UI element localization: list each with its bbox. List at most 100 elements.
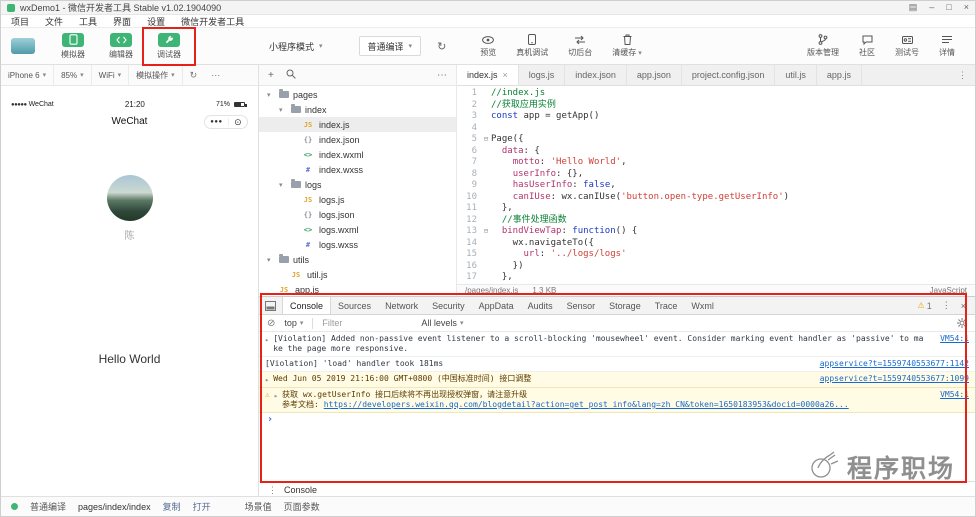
devtools-tab-audits[interactable]: Audits <box>521 297 560 314</box>
doc-link[interactable]: https://developers.weixin.qq.com/blogdet… <box>324 400 849 409</box>
open-button[interactable]: 打开 <box>193 500 211 513</box>
tree-folder-pages[interactable]: ▾ pages <box>259 87 456 102</box>
expand-icon[interactable]: ▸ <box>274 390 278 401</box>
avatar[interactable] <box>11 38 35 54</box>
search-icon[interactable] <box>286 69 296 82</box>
kebab-icon[interactable]: ⋮ <box>942 300 951 311</box>
menu-item[interactable]: 文件 <box>45 15 63 28</box>
minimize-icon[interactable]: – <box>929 3 934 12</box>
devtools-tab-network[interactable]: Network <box>378 297 425 314</box>
source-link[interactable]: VM54:1 <box>940 334 969 344</box>
params-button[interactable]: 页面参数 <box>284 500 320 513</box>
drawer-tab-console[interactable]: Console <box>284 485 317 495</box>
compile-refresh-icon[interactable]: ↻ <box>437 40 446 53</box>
fold-icon[interactable]: ⊟ <box>481 134 491 146</box>
editor-tab-index.js[interactable]: index.js × <box>457 65 519 85</box>
context-select[interactable]: top ▾ <box>284 318 303 328</box>
close-icon[interactable]: × <box>964 3 969 12</box>
console-prompt[interactable]: › <box>259 413 975 427</box>
source-link[interactable]: appservice?t=1559740553677:1142 <box>820 359 969 369</box>
feedback-icon[interactable]: ▤ <box>909 3 918 12</box>
editor-tab-app.js[interactable]: app.js <box>817 65 862 85</box>
copy-button[interactable]: 复制 <box>163 500 181 513</box>
tree-folder-utils[interactable]: ▾ utils <box>259 252 456 267</box>
tree-file-index.js[interactable]: JS index.js <box>259 117 456 132</box>
editor-tab-project.config.json[interactable]: project.config.json <box>682 65 776 85</box>
close-icon[interactable]: × <box>961 301 966 311</box>
rotate-icon[interactable]: ↻ <box>183 65 205 85</box>
mode-select[interactable]: 小程序模式 ▾ <box>263 36 329 56</box>
action-preview[interactable]: 预览 <box>470 34 506 58</box>
tree-folder-logs[interactable]: ▾ logs <box>259 177 456 192</box>
add-file-icon[interactable]: + <box>268 70 274 81</box>
filter-input[interactable] <box>322 318 413 328</box>
tree-file-index.json[interactable]: {} index.json <box>259 132 456 147</box>
toggle-editor[interactable]: 编辑器 <box>97 32 145 60</box>
action-version[interactable]: 版本管理 <box>797 34 849 58</box>
menu-item[interactable]: 设置 <box>147 15 165 28</box>
devtools-tab-storage[interactable]: Storage <box>602 297 648 314</box>
capsule-button[interactable]: ●●● ⊙ <box>204 115 248 129</box>
action-background[interactable]: 切后台 <box>558 34 602 58</box>
tree-file-logs.js[interactable]: JS logs.js <box>259 192 456 207</box>
menu-item[interactable]: 界面 <box>113 15 131 28</box>
toggle-simulator[interactable]: 模拟器 <box>49 32 97 60</box>
devtools-tab-security[interactable]: Security <box>425 297 472 314</box>
menu-item[interactable]: 项目 <box>11 15 29 28</box>
tree-file-logs.wxml[interactable]: <> logs.wxml <box>259 222 456 237</box>
source-link[interactable]: VM54:1 <box>940 390 969 400</box>
more-icon[interactable]: ⋯ <box>204 65 227 85</box>
action-community[interactable]: 社区 <box>849 34 885 58</box>
more-icon[interactable]: ⋯ <box>437 70 447 81</box>
action-cache[interactable]: 清缓存 ▾ <box>602 34 652 58</box>
devtools-tab-sensor[interactable]: Sensor <box>560 297 603 314</box>
expand-icon[interactable]: ▸ <box>265 374 269 385</box>
action-realdevice[interactable]: 真机调试 <box>506 34 558 58</box>
fold-icon[interactable]: ⊟ <box>481 226 491 238</box>
menu-item[interactable]: 微信开发者工具 <box>181 15 244 28</box>
sim-select[interactable]: iPhone 6 ▾ <box>1 65 55 85</box>
tree-file-index.wxml[interactable]: <> index.wxml <box>259 147 456 162</box>
editor-tab-app.json[interactable]: app.json <box>627 65 682 85</box>
devtools-tab-trace[interactable]: Trace <box>648 297 685 314</box>
expand-icon[interactable]: ▸ <box>265 334 269 345</box>
editor-tab-logs.js[interactable]: logs.js <box>519 65 566 85</box>
code-area[interactable]: 1 //index.js 2 //获取应用实例 3 const app = ge… <box>457 86 975 284</box>
devtools-tab-console[interactable]: Console <box>282 297 332 314</box>
close-icon[interactable]: × <box>503 70 508 80</box>
compile-mode-label[interactable]: 普通编译 <box>30 500 66 513</box>
maximize-icon[interactable]: □ <box>946 3 951 12</box>
tree-folder-index[interactable]: ▾ index <box>259 102 456 117</box>
tree-file-logs.json[interactable]: {} logs.json <box>259 207 456 222</box>
action-testaccount[interactable]: 测试号 <box>885 34 929 58</box>
devtools-tab-wxml[interactable]: Wxml <box>684 297 721 314</box>
user-avatar[interactable] <box>106 175 153 221</box>
more-icon[interactable]: ●●● <box>210 119 222 125</box>
exit-icon[interactable]: ⊙ <box>234 117 242 127</box>
editor-tab-index.json[interactable]: index.json <box>565 65 627 85</box>
kebab-icon[interactable]: ⋮ <box>950 70 975 81</box>
levels-select[interactable]: All levels ▾ <box>421 318 463 328</box>
toggle-debugger[interactable]: 调试器 <box>145 32 193 60</box>
warning-count[interactable]: ⚠ 1 <box>918 301 932 311</box>
editor-tab-util.js[interactable]: util.js <box>775 65 817 85</box>
clear-console-icon[interactable]: ⊘ <box>267 318 275 329</box>
sim-select[interactable]: 模拟操作 ▾ <box>129 65 183 85</box>
source-link[interactable]: appservice?t=1559740553677:1099 <box>820 374 969 384</box>
action-detail[interactable]: 详情 <box>929 34 965 58</box>
kebab-icon[interactable]: ⋮ <box>268 485 277 496</box>
tree-file-logs.wxss[interactable]: # logs.wxss <box>259 237 456 252</box>
devtools-tab-sources[interactable]: Sources <box>331 297 378 314</box>
tree-file-index.wxss[interactable]: # index.wxss <box>259 162 456 177</box>
sim-select[interactable]: WiFi ▾ <box>92 65 130 85</box>
scene-button[interactable]: 场景值 <box>245 500 272 513</box>
menu-item[interactable]: 工具 <box>79 15 97 28</box>
compile-select[interactable]: 普通编译 ▾ <box>358 36 422 56</box>
dock-icon[interactable] <box>265 300 276 311</box>
tree-file-util.js[interactable]: JS util.js <box>259 267 456 282</box>
gear-icon[interactable] <box>957 318 967 328</box>
tree-file-app.js[interactable]: JS app.js <box>259 282 456 296</box>
devtools-tab-appdata[interactable]: AppData <box>472 297 521 314</box>
motto-text[interactable]: Hello World <box>1 352 258 366</box>
sim-select[interactable]: 85% ▾ <box>54 65 92 85</box>
